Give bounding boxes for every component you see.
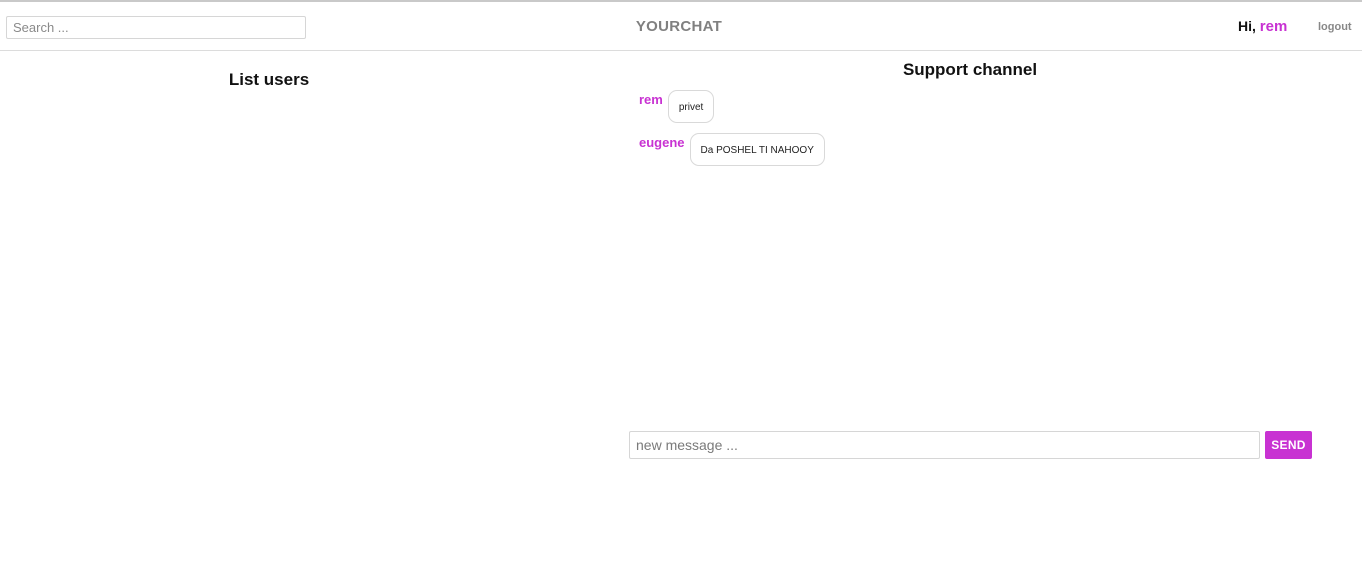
message-bubble: privet — [667, 90, 715, 123]
channel-title: Support channel — [902, 60, 1038, 79]
message-list: rem privet eugene Da POSHEL TI NAHOOY — [639, 90, 1319, 176]
greeting-prefix: Hi, — [1238, 18, 1256, 34]
send-button[interactable]: SEND — [1265, 431, 1312, 459]
top-bar: YOURCHAT Hi, rem logout — [0, 0, 1362, 51]
message-input[interactable] — [629, 431, 1260, 459]
users-list-title: List users — [228, 70, 310, 89]
message-author: eugene — [639, 135, 685, 150]
message-composer: SEND — [629, 431, 1312, 459]
user-greeting: Hi, rem — [1238, 18, 1287, 35]
app-brand: YOURCHAT — [635, 18, 723, 35]
message-item: rem privet — [639, 90, 1319, 123]
message-bubble: Da POSHEL TI NAHOOY — [689, 133, 825, 166]
logout-link[interactable]: logout — [1318, 21, 1352, 33]
current-username: rem — [1259, 18, 1288, 35]
message-author: rem — [639, 92, 663, 107]
message-item: eugene Da POSHEL TI NAHOOY — [639, 133, 1319, 166]
chat-app: YOURCHAT Hi, rem logout List users Suppo… — [0, 0, 1362, 584]
